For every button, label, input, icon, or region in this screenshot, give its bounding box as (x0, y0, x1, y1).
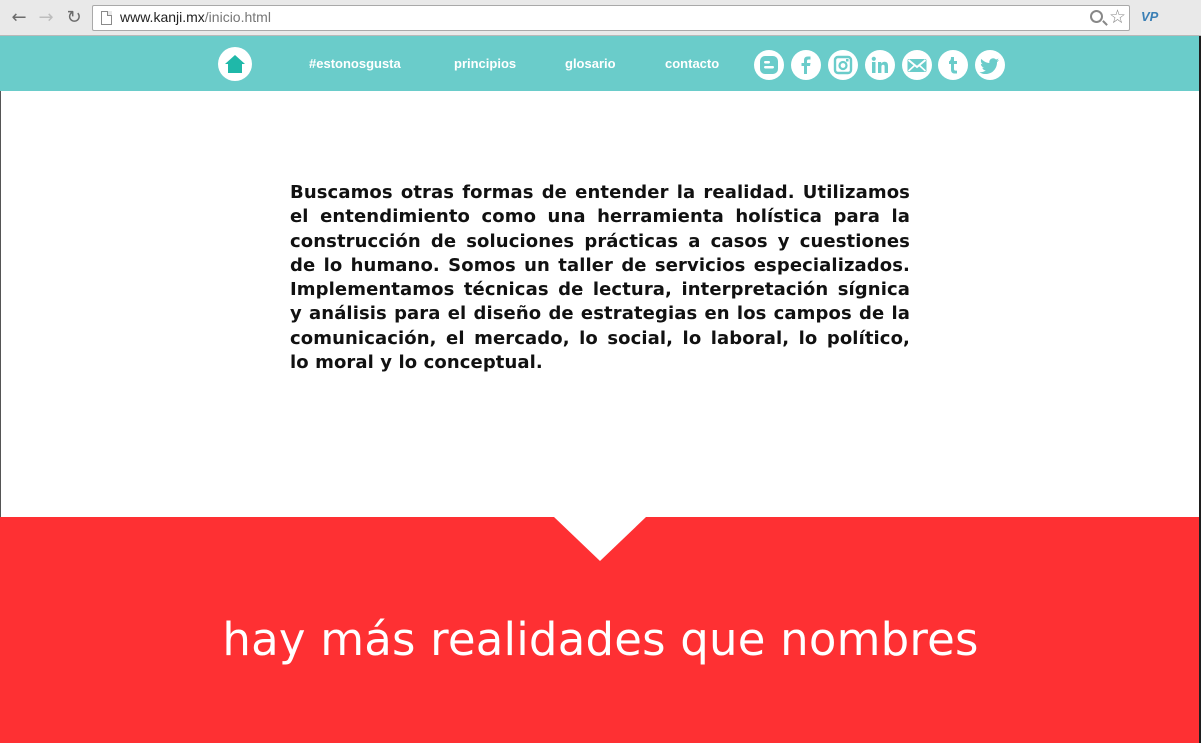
nav-contacto[interactable]: contacto (665, 56, 719, 71)
tagline: hay más realidades que nombres (222, 613, 979, 666)
nav-glosario[interactable]: glosario (565, 56, 616, 71)
linkedin-button[interactable] (865, 50, 895, 80)
facebook-icon (801, 56, 811, 74)
tagline-banner: hay más realidades que nombres (0, 517, 1201, 743)
mail-button[interactable] (902, 50, 932, 80)
home-icon (225, 55, 245, 73)
mail-icon (907, 59, 927, 72)
intro-paragraph: Buscamos otras formas de entender la rea… (290, 182, 910, 374)
address-bar[interactable]: www.kanji.mx/inicio.html ☆ (92, 5, 1130, 31)
nav-principios[interactable]: principios (454, 56, 516, 71)
twitter-icon (979, 58, 999, 74)
blogger-icon (760, 56, 778, 74)
linkedin-icon (871, 56, 888, 73)
tumblr-icon (949, 57, 957, 74)
url-text[interactable]: www.kanji.mx/inicio.html (120, 9, 271, 25)
instagram-button[interactable] (828, 50, 858, 80)
banner-notch (554, 517, 646, 561)
facebook-button[interactable] (791, 50, 821, 80)
instagram-icon (833, 55, 853, 75)
search-icon[interactable] (1090, 10, 1103, 23)
page-edge-left (0, 91, 1, 517)
forward-arrow-icon[interactable]: → (35, 7, 57, 29)
extension-icon[interactable]: VP (1141, 9, 1158, 24)
blogger-button[interactable] (754, 50, 784, 80)
page-icon (101, 11, 112, 25)
back-arrow-icon[interactable]: ← (8, 7, 30, 29)
reload-icon[interactable]: ↻ (63, 7, 85, 29)
url-host: www.kanji.mx (120, 9, 205, 25)
bookmark-star-icon[interactable]: ☆ (1109, 6, 1126, 28)
nav-estonosgusta[interactable]: #estonosgusta (309, 56, 401, 71)
browser-toolbar: ← → ↻ www.kanji.mx/inicio.html ☆ VP (0, 0, 1201, 36)
url-path: /inicio.html (204, 9, 271, 25)
site-header: #estonosgusta principios glosario contac… (0, 36, 1201, 91)
home-button[interactable] (218, 47, 252, 81)
twitter-button[interactable] (975, 50, 1005, 80)
tumblr-button[interactable] (938, 50, 968, 80)
